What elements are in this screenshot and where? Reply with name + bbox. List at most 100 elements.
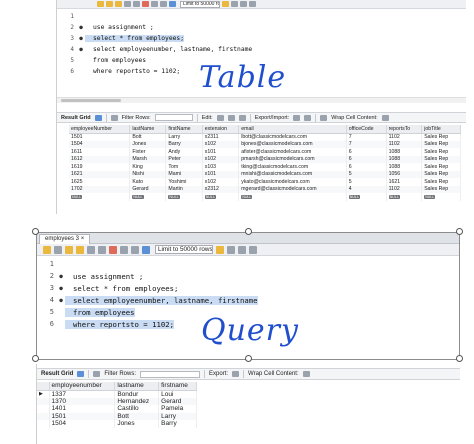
wrap-toggle-icon[interactable] [381, 114, 389, 121]
table-row[interactable]: 1611 Fixter Andy x101 afixter@classicmodelca… [69, 148, 461, 156]
table-row[interactable]: ▶ 1337 Bondur Loui [37, 390, 197, 398]
table-row[interactable]: 1401 Castillo Pamela [37, 405, 197, 413]
column-header[interactable]: extension [202, 125, 240, 134]
table-cell[interactable]: King [129, 163, 167, 171]
table-cell[interactable]: lbott@classicmodelcars.com [238, 133, 347, 141]
table-cell[interactable]: NULL [238, 193, 347, 201]
stop-icon[interactable] [109, 245, 117, 254]
table-cell[interactable]: 1088 [386, 163, 423, 171]
table-cell[interactable]: NULL [165, 193, 203, 201]
resize-handle-bottom-left[interactable] [32, 355, 39, 362]
stop-icon[interactable] [133, 1, 140, 7]
table-cell[interactable]: Pamela [158, 405, 197, 413]
table-cell[interactable]: 6 [346, 155, 387, 163]
table-cell[interactable]: Sales Rep [421, 133, 461, 141]
table-cell[interactable]: Mami [165, 170, 203, 178]
table-row[interactable]: 1612 Marsh Peter x102 pmarsh@classicmodelcar… [69, 155, 461, 163]
table-cell[interactable]: tking@classicmodelcars.com [238, 163, 347, 171]
column-header[interactable]: email [238, 125, 347, 134]
wrap-icon[interactable] [249, 245, 257, 254]
resize-handle-top-right[interactable] [456, 228, 463, 235]
column-header[interactable]: jobTitle [421, 125, 461, 134]
column-header[interactable]: firstName [165, 125, 203, 134]
table-cell[interactable]: bjones@classicmodelcars.com [238, 140, 347, 148]
table-cell[interactable]: Larry [165, 133, 203, 141]
table-cell[interactable]: 1621 [386, 178, 423, 186]
table-cell[interactable]: 1501 [49, 412, 116, 420]
table-cell[interactable]: Jones [114, 420, 160, 428]
column-header[interactable]: employeenumber [49, 382, 116, 391]
table-row[interactable]: 1702 Gerard Martin x2312 mgerard@classicmode… [69, 185, 461, 193]
table-cell[interactable]: pmarsh@classicmodelcars.com [238, 155, 347, 163]
result-grid-label[interactable]: Result Grid [41, 371, 73, 377]
table-cell[interactable]: Barry [165, 140, 203, 148]
table-cell[interactable]: afixter@classicmodelcars.com [238, 148, 347, 156]
table-cell[interactable]: Fixter [129, 148, 167, 156]
explain-icon[interactable] [124, 1, 131, 7]
tab-employees-3[interactable]: employees 3 × [39, 234, 91, 244]
column-header[interactable]: reportsTo [386, 125, 423, 134]
editor-horizontal-scrollbar[interactable] [57, 97, 466, 103]
table-row[interactable]: 1501 Bott Larry x2311 lbott@classicmodelcars… [69, 133, 461, 141]
limit-rows-select[interactable]: Limit to 50000 rows [180, 0, 220, 8]
table-cell[interactable]: Gerard [129, 185, 167, 193]
table-cell[interactable]: x102 [202, 140, 240, 148]
table-cell[interactable]: NULL [129, 193, 167, 201]
table-cell[interactable]: 1102 [386, 185, 423, 193]
table-cell[interactable]: 4 [346, 185, 387, 193]
table-row[interactable]: 1370 Hernandez Gerard [37, 397, 197, 405]
open-folder-icon[interactable] [43, 245, 51, 254]
table-cell[interactable]: Sales Rep [421, 170, 461, 178]
table-row[interactable]: 1619 King Tom x103 tking@classicmodelcars.co… [69, 163, 461, 171]
table-row[interactable]: NULL NULL NULL NULL NULL NULL NULL NULL [69, 193, 461, 201]
table-cell[interactable]: 1102 [386, 140, 423, 148]
table-cell[interactable]: mgerard@classicmodelcars.com [238, 185, 347, 193]
table-cell[interactable]: Kato [129, 178, 167, 186]
filter-rows-input[interactable] [140, 370, 201, 378]
limit-rows-select[interactable]: Limit to 50000 rows [155, 245, 213, 254]
edit-row-icon[interactable] [216, 114, 224, 121]
table-cell[interactable]: Bott [129, 133, 167, 141]
wrap-toggle-icon[interactable] [302, 371, 310, 377]
table-cell[interactable]: Loui [158, 390, 197, 398]
search-icon[interactable] [227, 245, 235, 254]
table-cell[interactable]: x101 [202, 148, 240, 156]
table-row[interactable]: 1625 Kato Yoshimi x102 ykato@classicmodelcar… [69, 178, 461, 186]
table-cell[interactable]: Larry [158, 412, 197, 420]
toggle-error-icon[interactable] [142, 1, 149, 7]
table-cell[interactable]: Sales Rep [421, 178, 461, 186]
table-cell[interactable]: 5 [346, 178, 387, 186]
table-cell[interactable]: 1102 [386, 133, 423, 141]
execute-current-icon[interactable] [115, 1, 122, 7]
table-cell[interactable]: Sales Rep [421, 148, 461, 156]
table-cell[interactable]: x103 [202, 163, 240, 171]
table-cell[interactable]: NULL [386, 193, 423, 201]
table-cell[interactable]: 1619 [69, 163, 131, 171]
autocommit-icon[interactable] [169, 1, 176, 7]
table-cell[interactable]: NULL [69, 193, 131, 201]
table-cell[interactable]: Sales Rep [421, 163, 461, 171]
table-cell[interactable]: 1702 [69, 185, 131, 193]
invisible-chars-icon[interactable] [238, 245, 246, 254]
table-cell[interactable]: 5 [346, 170, 387, 178]
table-cell[interactable]: Sales Rep [421, 185, 461, 193]
table-cell[interactable]: Martin [165, 185, 203, 193]
commit-icon[interactable] [120, 245, 128, 254]
wrap-icon[interactable] [249, 1, 256, 7]
close-icon[interactable]: × [81, 236, 85, 242]
resize-handle-top-center[interactable] [245, 228, 252, 235]
table-cell[interactable]: 1370 [49, 397, 116, 405]
table-cell[interactable]: Marsh [129, 155, 167, 163]
table-cell[interactable]: 1088 [386, 155, 423, 163]
find-icon[interactable] [231, 1, 238, 7]
add-row-icon[interactable] [227, 114, 235, 121]
table-cell[interactable]: 1611 [69, 148, 131, 156]
save-icon[interactable] [54, 245, 62, 254]
table-cell[interactable]: Hernandez [114, 397, 160, 405]
table-cell[interactable]: 1621 [69, 170, 131, 178]
table-cell[interactable]: 6 [346, 148, 387, 156]
table-cell[interactable]: 1504 [49, 420, 116, 428]
table-cell[interactable]: Peter [165, 155, 203, 163]
table-cell[interactable]: 1612 [69, 155, 131, 163]
table-cell[interactable]: NULL [346, 193, 387, 201]
